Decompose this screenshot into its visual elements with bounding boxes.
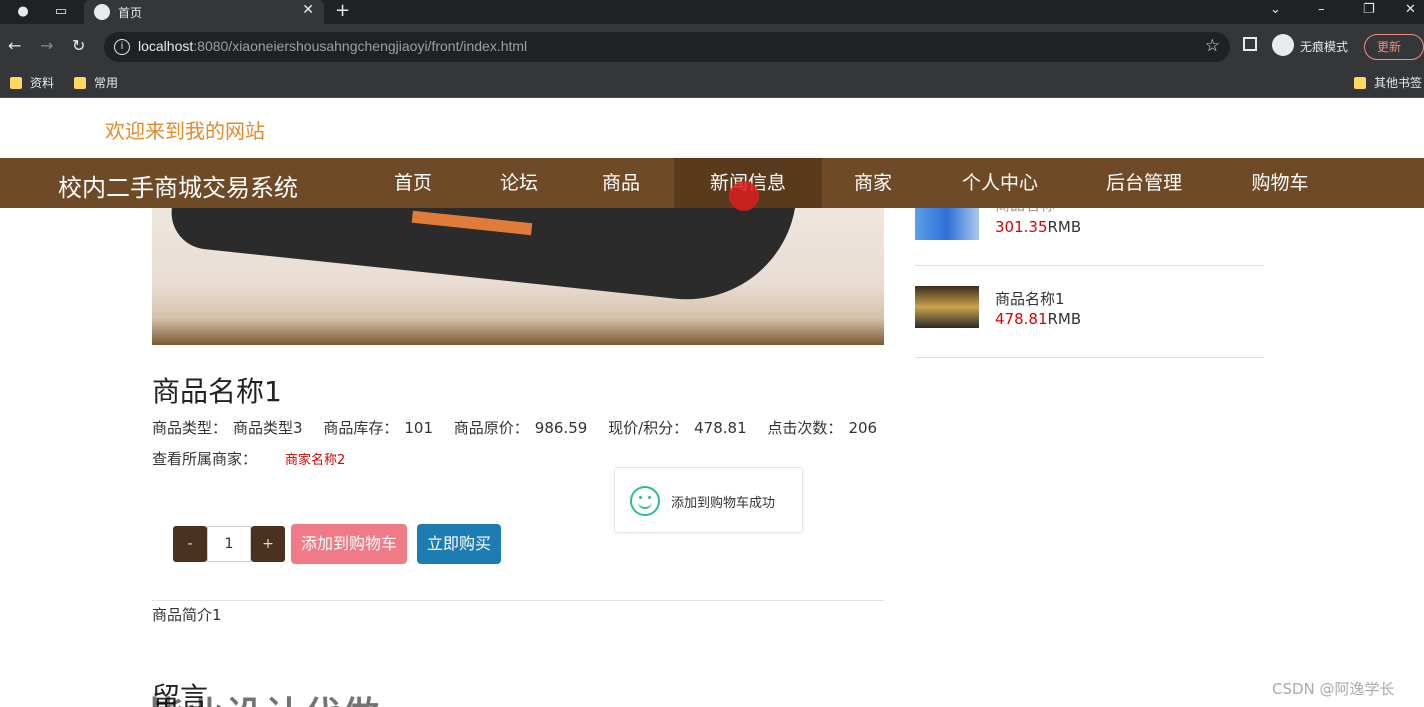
nav-merchants[interactable]: 商家 <box>832 158 914 208</box>
nav-home[interactable]: 首页 <box>372 158 454 208</box>
side-product-name[interactable]: 商品名称1 <box>995 288 1065 309</box>
info-icon[interactable]: i <box>114 39 130 55</box>
smile-icon <box>630 486 660 516</box>
address-bar[interactable]: i localhost:8080/xiaoneiershousahngcheng… <box>104 32 1230 62</box>
folder-icon <box>10 77 22 89</box>
bookmark-folder[interactable]: 资料 <box>10 73 54 93</box>
incognito-icon[interactable] <box>1272 34 1294 56</box>
site-brand[interactable]: 校内二手商城交易系统 <box>58 168 298 203</box>
bookmark-folder[interactable]: 常用 <box>74 73 118 93</box>
product-intro: 商品简介1 <box>152 606 222 624</box>
browser-tab-strip: ● ▭ 首页 ✕ + ⌄ – ❐ ✕ <box>0 0 1424 24</box>
nav-cart[interactable]: 购物车 <box>1238 158 1322 208</box>
toast-message: 添加到购物车成功 <box>671 496 776 511</box>
decrement-button[interactable]: - <box>173 526 207 562</box>
laptop-picture <box>167 208 797 311</box>
side-product-price: 478.81RMB <box>995 310 1082 328</box>
main-nav: 校内二手商城交易系统 首页 论坛 商品 新闻信息 商家 个人中心 后台管理 购物… <box>0 158 1424 208</box>
watermark-text: 毕业设计代做 <box>148 686 382 707</box>
web-page: 欢迎来到我的网站 校内二手商城交易系统 首页 论坛 商品 新闻信息 商家 个人中… <box>0 98 1424 707</box>
back-icon[interactable]: ← <box>8 36 21 56</box>
welcome-text: 欢迎来到我的网站 <box>105 119 265 143</box>
side-product-item[interactable]: 商品名称1 478.81RMB <box>915 286 1264 334</box>
globe-icon <box>94 4 110 20</box>
side-panel-icon[interactable] <box>1243 37 1257 51</box>
window-icon[interactable]: ▭ <box>52 3 70 21</box>
reload-icon[interactable]: ↻ <box>72 36 85 56</box>
update-button[interactable]: 更新 <box>1364 34 1424 60</box>
seller-label: 查看所属商家： <box>152 450 258 468</box>
folder-icon <box>74 77 86 89</box>
chevron-down-icon[interactable]: ⌄ <box>1270 2 1281 17</box>
seller-link[interactable]: 商家名称2 <box>285 449 345 468</box>
other-bookmarks[interactable]: 其他书签 <box>1354 73 1422 93</box>
divider <box>915 357 1264 358</box>
bookmark-star-icon[interactable]: ☆ <box>1205 36 1220 56</box>
nav-profile[interactable]: 个人中心 <box>946 158 1054 208</box>
buy-now-button[interactable]: 立即购买 <box>417 524 501 564</box>
product-image <box>152 208 884 345</box>
product-info: 商品类型： 商品类型3 商品库存： 101 商品原价： 986.59 现价/积分： 47… <box>152 419 878 437</box>
nav-forum[interactable]: 论坛 <box>478 158 560 208</box>
nav-admin[interactable]: 后台管理 <box>1090 158 1198 208</box>
side-product-price: 301.35RMB <box>995 218 1082 236</box>
product-thumbnail <box>915 286 979 328</box>
close-icon[interactable]: ✕ <box>302 2 314 18</box>
folder-icon <box>1354 77 1366 89</box>
nav-products[interactable]: 商品 <box>580 158 662 208</box>
browser-toolbar: ← → ↻ i localhost:8080/xiaoneiershousahn… <box>0 24 1424 68</box>
close-window-button[interactable]: ✕ <box>1405 2 1416 17</box>
add-to-cart-button[interactable]: 添加到购物车 <box>291 524 407 564</box>
new-tab-button[interactable]: + <box>335 0 350 21</box>
increment-button[interactable]: + <box>251 526 285 562</box>
restore-button[interactable]: ❐ <box>1363 2 1375 17</box>
forward-icon[interactable]: → <box>40 36 53 56</box>
url-text[interactable]: localhost:8080/xiaoneiershousahngchengji… <box>138 38 527 54</box>
incognito-label: 无痕模式 <box>1300 40 1349 54</box>
tab-home[interactable]: 首页 ✕ <box>84 0 324 24</box>
divider <box>152 600 884 601</box>
divider <box>915 265 1264 266</box>
cursor-highlight <box>729 181 759 211</box>
minimize-button[interactable]: – <box>1318 2 1325 17</box>
quantity-input[interactable]: 1 <box>207 526 251 562</box>
bookmarks-bar: 资料 常用 其他书签 <box>0 68 1424 98</box>
toast-notification: 添加到购物车成功 <box>614 467 803 533</box>
globe-icon[interactable]: ● <box>14 3 32 21</box>
tab-title: 首页 <box>118 6 143 20</box>
product-title: 商品名称1 <box>152 375 282 408</box>
csdn-watermark: CSDN @阿逸学长 <box>1272 680 1395 698</box>
